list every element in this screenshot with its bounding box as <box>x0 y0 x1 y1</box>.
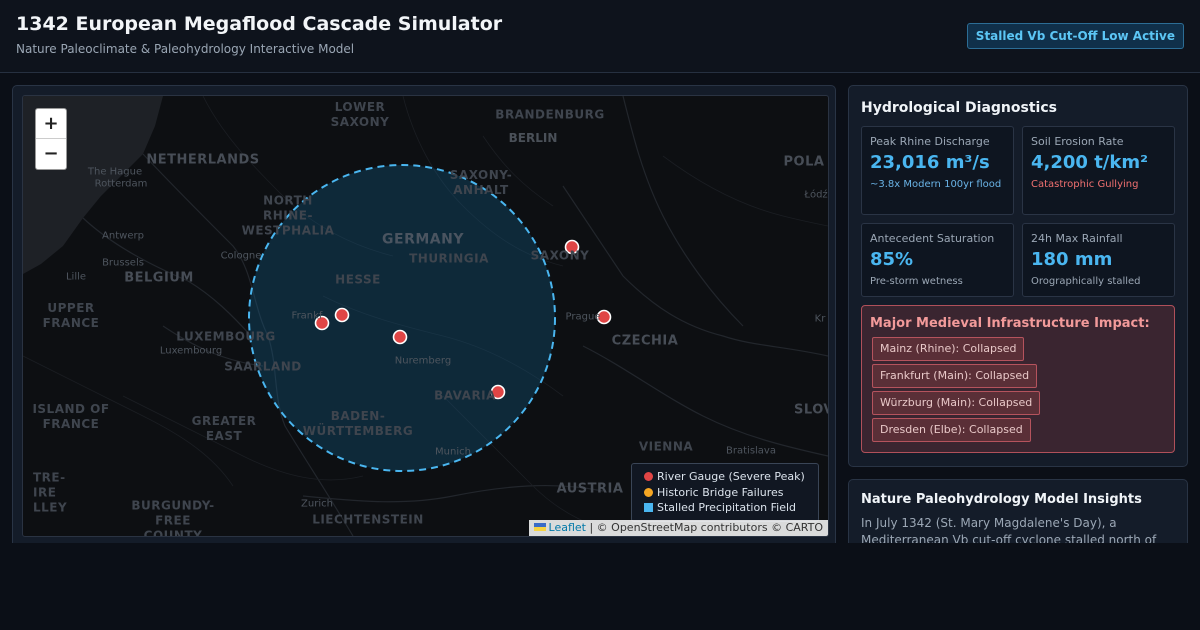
map-label-antwerp: Antwerp <box>102 230 144 242</box>
map-label-czechia: CZECHIA <box>611 333 679 349</box>
card-label: Antecedent Saturation <box>870 232 995 245</box>
card-antecedent-saturation: Antecedent Saturation 85% Pre-storm wetn… <box>861 223 1014 297</box>
map-label-cologne: Cologne <box>220 250 262 262</box>
card-max-rainfall: 24h Max Rainfall 180 mm Orographically s… <box>1022 223 1175 297</box>
legend-item-river-gauge: River Gauge (Severe Peak) <box>644 470 805 484</box>
card-subtext: Catastrophic Gullying <box>1031 179 1139 190</box>
map-label-zurich: Zurich <box>301 498 333 510</box>
map-label-burgundy: BURGUNDY- FREE COUNTY <box>131 498 215 537</box>
page-title: 1342 European Megaflood Cascade Simulato… <box>16 13 503 35</box>
page-subtitle: Nature Paleoclimate & Paleohydrology Int… <box>16 42 355 56</box>
diagnostics-panel: Hydrological Diagnostics Peak Rhine Disc… <box>848 85 1188 467</box>
legend-item-bridge-failures: Historic Bridge Failures <box>644 486 784 500</box>
map-label-saxony: SAXONY <box>530 248 590 263</box>
zoom-out-button[interactable]: − <box>36 139 66 168</box>
map-label-munich: Munich <box>435 446 471 458</box>
map-label-luxembourg-city: Luxembourg <box>159 345 223 357</box>
legend-label: Historic Bridge Failures <box>657 486 784 499</box>
card-value: 23,016 m³/s <box>870 152 990 173</box>
map-legend: River Gauge (Severe Peak) Historic Bridg… <box>631 463 819 522</box>
map-label-hesse: HESSE <box>335 272 381 287</box>
map-label-frankfurt: Frankf <box>291 310 323 322</box>
map-label-upper-france: UPPER FRANCE <box>42 301 100 330</box>
card-value: 4,200 t/km² <box>1031 152 1148 173</box>
map-label-greater-east: GREATER EAST <box>191 414 257 443</box>
card-soil-erosion-rate: Soil Erosion Rate 4,200 t/km² Catastroph… <box>1022 126 1175 215</box>
map-label-nuremberg: Nuremberg <box>394 355 452 367</box>
card-value: 85% <box>870 249 914 270</box>
status-badge: Stalled Vb Cut-Off Low Active <box>966 23 1184 49</box>
map-label-island-of-france: ISLAND OF FRANCE <box>32 402 110 431</box>
map-label-brussels: Brussels <box>102 257 144 269</box>
insights-title: Nature Paleohydrology Model Insights <box>861 492 1142 507</box>
map-label-rotterdam: Rotterdam <box>94 178 148 190</box>
impact-tag-frankfurt: Frankfurt (Main): Collapsed <box>872 364 1038 388</box>
card-subtext: ~3.8x Modern 100yr flood <box>870 179 1002 190</box>
diagnostics-title: Hydrological Diagnostics <box>861 100 1057 116</box>
map-label-lower-saxony: LOWER SAXONY <box>330 100 390 129</box>
map-label-saarland: SAARLAND <box>224 359 302 374</box>
card-subtext: Pre-storm wetness <box>870 276 963 287</box>
map-label-liechtenstein: LIECHTENSTEIN <box>312 512 424 527</box>
map-label-the-hague: The Hague <box>87 166 143 178</box>
map-panel: LOWER SAXONY BRANDENBURG BERLIN NETHERLAN… <box>12 85 836 544</box>
legend-label: Stalled Precipitation Field <box>657 501 797 514</box>
map-label-slovakia: SLOV <box>794 402 828 418</box>
card-subtext: Orographically stalled <box>1031 276 1141 287</box>
map-label-brandenburg: BRANDENBURG <box>495 107 605 122</box>
map-attribution: Leaflet | © OpenStreetMap contributors ©… <box>528 520 828 536</box>
card-label: Peak Rhine Discharge <box>870 135 990 148</box>
map-label-thuringia: THURINGIA <box>409 251 489 266</box>
map-label-austria: AUSTRIA <box>556 481 624 497</box>
legend-label: River Gauge (Severe Peak) <box>657 470 805 483</box>
blue-square-icon <box>644 503 653 512</box>
map-label-lille: Lille <box>65 271 87 283</box>
orange-dot-icon <box>644 488 653 497</box>
zoom-in-button[interactable]: + <box>36 109 66 139</box>
map-label-lodz: Łódź <box>804 189 828 201</box>
impact-tag-wurzburg: Würzburg (Main): Collapsed <box>872 391 1041 415</box>
page-footer-area <box>0 543 1200 630</box>
leaflet-link[interactable]: Leaflet <box>549 521 586 534</box>
river-gauge-wurzburg[interactable] <box>392 329 408 345</box>
card-peak-rhine-discharge: Peak Rhine Discharge 23,016 m³/s ~3.8x M… <box>861 126 1014 215</box>
river-gauge-frankfurt[interactable] <box>334 307 350 323</box>
map-label-berlin: BERLIN <box>508 131 558 145</box>
card-label: 24h Max Rainfall <box>1031 232 1123 245</box>
app-header: 1342 European Megaflood Cascade Simulato… <box>0 0 1200 73</box>
impact-tag-dresden: Dresden (Elbe): Collapsed <box>872 418 1031 442</box>
ukraine-flag-icon <box>533 523 546 531</box>
card-label: Soil Erosion Rate <box>1031 135 1124 148</box>
map-label-bratislava: Bratislava <box>726 445 776 457</box>
red-dot-icon <box>644 472 653 481</box>
map-label-poland: POLA <box>783 154 825 170</box>
impact-title: Major Medieval Infrastructure Impact: <box>870 316 1150 331</box>
zoom-control: + − <box>35 108 67 170</box>
card-value: 180 mm <box>1031 249 1113 270</box>
map-label-bavaria: BAVARIA <box>434 388 496 403</box>
infrastructure-impact-box: Major Medieval Infrastructure Impact: Ma… <box>861 305 1175 453</box>
map-label-belgium: BELGIUM <box>124 270 194 286</box>
flood-map[interactable]: LOWER SAXONY BRANDENBURG BERLIN NETHERLAN… <box>22 95 829 537</box>
map-label-krakow: Kr <box>814 313 826 325</box>
map-label-germany: GERMANY <box>382 231 464 248</box>
attribution-text: | © OpenStreetMap contributors © CARTO <box>589 521 823 534</box>
map-label-vienna: VIENNA <box>638 439 694 454</box>
map-label-centre: TRE- IRE LLEY <box>33 470 68 515</box>
map-label-baden-wurttemberg: BADEN- WÜRTTEMBERG <box>302 409 414 438</box>
map-label-saxony-anhalt: SAXONY- ANHALT <box>449 168 513 197</box>
impact-tag-mainz: Mainz (Rhine): Collapsed <box>872 337 1025 361</box>
legend-item-precipitation: Stalled Precipitation Field <box>644 501 796 515</box>
map-label-north-rhine-westphalia: NORTH RHINE- WESTPHALIA <box>241 193 335 238</box>
map-label-prague: Prague <box>565 311 601 323</box>
map-label-netherlands: NETHERLANDS <box>146 152 260 168</box>
map-label-luxembourg: LUXEMBOURG <box>176 329 276 344</box>
